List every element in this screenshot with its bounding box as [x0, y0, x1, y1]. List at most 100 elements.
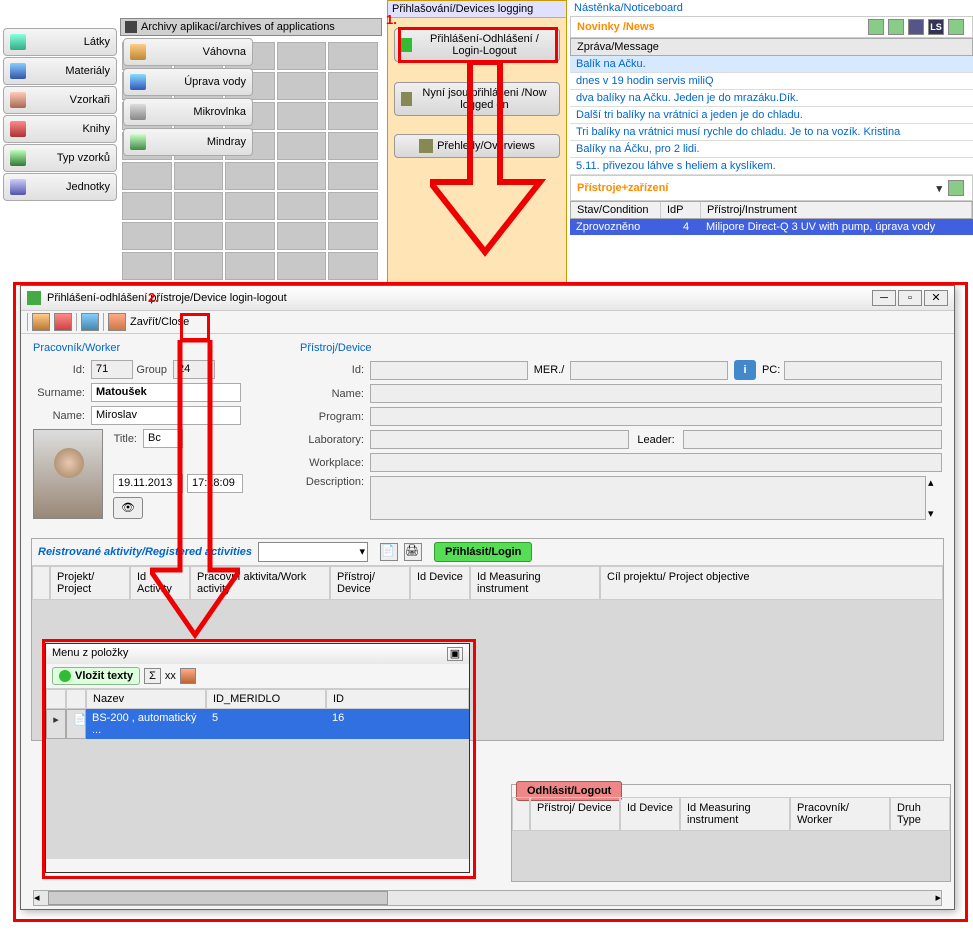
message-row[interactable]: Balík na Ačku.	[570, 56, 973, 73]
message-row[interactable]: Další tri balíky na vrátnici a jeden je …	[570, 107, 973, 124]
ls-icon[interactable]: LS	[928, 19, 944, 35]
sheet-icon[interactable]: 📄	[380, 543, 398, 561]
message-header: Zpráva/Message	[570, 38, 973, 56]
lab-label: Laboratory:	[300, 434, 370, 446]
archive-item-mindray[interactable]: Mindray	[123, 128, 253, 156]
maximize-button[interactable]: ▫	[898, 290, 922, 306]
login-icon	[401, 38, 412, 52]
sheet-icon[interactable]	[948, 180, 964, 196]
archive-label: Mindray	[154, 136, 246, 148]
device-title: Přístroj/Device	[300, 342, 942, 354]
activity-headers: Projekt/ Project Id Activity Pracovní ak…	[32, 566, 943, 600]
title-label: Title:	[113, 433, 143, 445]
book-icon	[10, 121, 26, 137]
person-icon	[10, 92, 26, 108]
cancel-icon[interactable]	[54, 313, 72, 331]
title-field[interactable]: Bc	[143, 429, 183, 448]
sidebar-item-label: Typ vzorků	[34, 152, 110, 164]
time-field[interactable]: 17:18:09	[187, 474, 243, 493]
horizontal-scrollbar[interactable]: ◂▸	[33, 890, 942, 906]
popup-titlebar[interactable]: Menu z položky ▣	[46, 644, 469, 664]
gear-icon	[419, 139, 433, 153]
col-id-meas: Id Measuring instrument	[680, 797, 790, 831]
close-action[interactable]: Zavřít/Close	[108, 313, 189, 331]
popup-toolbar: Vložit texty Σ xx	[46, 664, 469, 689]
archive-item-uprava-vody[interactable]: Úprava vody	[123, 68, 253, 96]
logout-headers: Přístroj/ Device Id Device Id Measuring …	[512, 797, 950, 831]
door-icon	[108, 313, 126, 331]
col-idp: IdP	[661, 202, 701, 218]
message-row[interactable]: dva balíky na Ačku. Jeden je do mrazáku.…	[570, 90, 973, 107]
wp-label: Workplace:	[300, 457, 370, 469]
pc-field	[784, 361, 942, 380]
now-label: Nyní jsou přihlášeni /Now logged on	[416, 87, 553, 111]
refresh-icon[interactable]	[868, 19, 884, 35]
gear-icon	[401, 92, 412, 106]
overviews-button[interactable]: Přehledy/Overviews	[394, 134, 560, 158]
worker-title: Pracovník/Worker	[33, 342, 288, 354]
now-logged-button[interactable]: Nyní jsou přihlášeni /Now logged on	[394, 82, 560, 116]
instrument-row[interactable]: Zprovozněno 4 Milipore Direct-Q 3 UV wit…	[570, 219, 973, 235]
col-project: Projekt/ Project	[50, 566, 130, 600]
overviews-label: Přehledy/Overviews	[437, 140, 535, 152]
col-device: Přístroj/ Device	[530, 797, 620, 831]
noticeboard-link[interactable]: Nástěnka/Noticeboard	[570, 0, 973, 16]
message-row[interactable]: 5.11. přivezou láhve s heliem a kyslíkem…	[570, 158, 973, 175]
new-icon[interactable]	[32, 313, 50, 331]
instrument-table-headers: Stav/Condition IdP Přístroj/Instrument	[570, 201, 973, 219]
col-condition: Stav/Condition	[571, 202, 661, 218]
scroll-down-icon[interactable]: ▾	[928, 507, 942, 520]
login-button[interactable]: Přihlásit/Login	[434, 542, 532, 562]
scale-icon	[130, 44, 146, 60]
name-field[interactable]: Miroslav	[91, 406, 241, 425]
sidebar-item-label: Látky	[34, 36, 110, 48]
date-field[interactable]: 19.11.2013	[113, 474, 183, 493]
id-label: Id:	[33, 364, 91, 376]
select-device-icon[interactable]	[81, 313, 99, 331]
archive-item-mikrovlnka[interactable]: Mikrovlnka	[123, 98, 253, 126]
sidebar-item-typ-vzorku[interactable]: Typ vzorků	[3, 144, 117, 172]
close-button[interactable]: ✕	[924, 290, 948, 306]
col-nazev: Nazev	[86, 689, 206, 709]
archives-title: Archivy aplikací/archives of application…	[141, 21, 335, 33]
insert-texts-button[interactable]: Vložit texty	[52, 667, 140, 685]
print-icon[interactable]: 🖨	[404, 543, 422, 561]
sidebar: Látky Materiály Vzorkaři Knihy Typ vzork…	[0, 27, 120, 202]
message-row[interactable]: dnes v 19 hodin servis miliQ	[570, 73, 973, 90]
filter-icon[interactable]	[908, 19, 924, 35]
sample-icon	[10, 150, 26, 166]
sigma-button[interactable]: Σ	[144, 668, 161, 684]
message-row[interactable]: Tri balíky na vrátnici musí rychle do ch…	[570, 124, 973, 141]
devices-header: Přihlašování/Devices logging	[388, 1, 566, 18]
desc-label: Description:	[300, 476, 370, 488]
print-icon[interactable]	[888, 19, 904, 35]
minimize-button[interactable]: ─	[872, 290, 896, 306]
sidebar-item-materialy[interactable]: Materiály	[3, 57, 117, 85]
scroll-up-icon[interactable]: ▴	[928, 476, 942, 489]
archives-panel: Archivy aplikací/archives of application…	[120, 18, 382, 157]
surname-field[interactable]: Matoušek	[91, 383, 241, 402]
popup-close-button[interactable]: ▣	[447, 647, 463, 661]
modal-toolbar: Zavřít/Close	[21, 311, 954, 334]
exit-icon[interactable]	[180, 668, 196, 684]
message-row[interactable]: Balíky na Áčku, pro 2 lidi.	[570, 141, 973, 158]
info-button[interactable]: i	[734, 360, 756, 380]
login-label: Přihlášení-Odhlášení / Login-Logout	[416, 33, 553, 57]
archive-icon	[125, 21, 137, 33]
view-button[interactable]: 👁	[113, 497, 143, 519]
popup-table-row[interactable]: ▸ 📄 BS-200 , automatický ... 5 16	[46, 709, 469, 739]
group-field: 24	[173, 360, 215, 379]
activity-combo[interactable]	[258, 542, 368, 562]
archive-item-vahovna[interactable]: Váhovna	[123, 38, 253, 66]
worker-group: Pracovník/Worker Id: 71 Group 24 Surname…	[33, 342, 288, 524]
box-icon	[10, 63, 26, 79]
sidebar-item-knihy[interactable]: Knihy	[3, 115, 117, 143]
sidebar-item-jednotky[interactable]: Jednotky	[3, 173, 117, 201]
dname-label: Name:	[300, 388, 370, 400]
sidebar-item-latky[interactable]: Látky	[3, 28, 117, 56]
sidebar-item-vzorkari[interactable]: Vzorkaři	[3, 86, 117, 114]
archives-header: Archivy aplikací/archives of application…	[120, 18, 382, 36]
app-icon	[27, 291, 41, 305]
recycle-icon[interactable]	[948, 19, 964, 35]
login-logout-button[interactable]: Přihlášení-Odhlášení / Login-Logout	[394, 28, 560, 62]
